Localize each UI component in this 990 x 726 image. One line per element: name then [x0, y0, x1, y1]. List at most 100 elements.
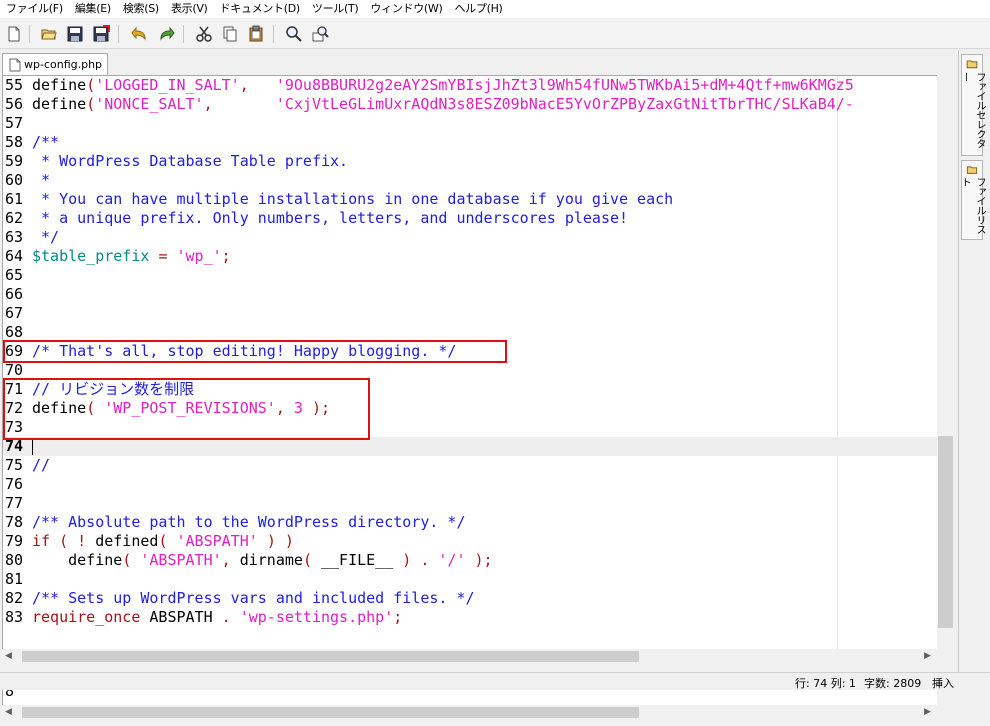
menu-item[interactable]: ヘルプ(H): [448, 0, 508, 18]
menu-item[interactable]: ドキュメント(D): [214, 0, 306, 18]
menu-item[interactable]: 編集(E): [69, 0, 117, 18]
line-code: * a unique prefix. Only numbers, letters…: [32, 209, 628, 228]
code-line[interactable]: 82 /** Sets up WordPress vars and include…: [3, 589, 937, 608]
code-line[interactable]: 75 //: [3, 456, 937, 475]
line-code: define('NONCE_SALT', 'CxjVtLeGLimUxrAQdN…: [32, 95, 854, 114]
line-code: * WordPress Database Table prefix.: [32, 152, 348, 171]
menu-item[interactable]: ウィンドウ(W): [364, 0, 448, 18]
line-number: 83: [5, 608, 24, 626]
scroll-right-icon[interactable]: ▶: [924, 651, 931, 661]
toolbar-separator: [29, 25, 30, 43]
code-line[interactable]: 77: [3, 494, 937, 513]
lower-pane: 8: [2, 690, 937, 705]
vertical-scrollbar[interactable]: [937, 75, 954, 649]
menu-item[interactable]: ファイル(F): [0, 0, 69, 18]
lower-horizontal-scrollbar[interactable]: ◀ ▶: [2, 705, 937, 720]
copy-icon[interactable]: [219, 23, 241, 45]
horizontal-scrollbar[interactable]: ◀ ▶: [2, 649, 937, 664]
toolbar-separator: [183, 25, 184, 43]
code-line[interactable]: 76: [3, 475, 937, 494]
menu-item[interactable]: ツール(T): [306, 0, 365, 18]
vertical-scroll-thumb[interactable]: [938, 436, 953, 628]
search-icon[interactable]: [283, 23, 305, 45]
char-count: 字数: 2809: [864, 677, 922, 690]
scroll-left-icon[interactable]: ◀: [5, 707, 12, 717]
side-panel: ファイルセレクター ファイルリスト: [958, 50, 986, 675]
code-editor[interactable]: 55 define('LOGGED_IN_SALT', '9Ou8BBURU2g2…: [2, 75, 937, 649]
code-line[interactable]: 60 *: [3, 171, 937, 190]
code-line[interactable]: 64 $table_prefix = 'wp_';: [3, 247, 937, 266]
code-token: * WordPress Database Table prefix.: [32, 152, 349, 170]
line-number: 66: [5, 285, 24, 303]
side-tab-file-selector[interactable]: ファイルセレクター: [959, 54, 985, 156]
redo-icon[interactable]: [155, 23, 177, 45]
side-tab-label: ファイルリスト: [959, 177, 985, 235]
scroll-right-icon[interactable]: ▶: [924, 707, 931, 717]
line-code: /** Sets up WordPress vars and included …: [32, 589, 475, 608]
side-tab-file-list[interactable]: ファイルリスト: [959, 160, 985, 240]
code-line[interactable]: 59 * WordPress Database Table prefix.: [3, 152, 937, 171]
code-token: 'ABSPATH': [140, 551, 222, 569]
cut-icon[interactable]: [193, 23, 215, 45]
code-line[interactable]: 67: [3, 304, 937, 323]
tab-label: wp-config.php: [24, 58, 103, 71]
code-token: define: [32, 76, 87, 94]
line-number: 57: [5, 114, 24, 132]
code-line[interactable]: 80 define( 'ABSPATH', dirname( __FILE__ …: [3, 551, 937, 570]
toolbar: [0, 19, 990, 49]
insert-mode[interactable]: 挿入: [932, 675, 954, 691]
menu-item[interactable]: 表示(V): [165, 0, 214, 18]
code-token: if: [32, 532, 51, 550]
code-line[interactable]: 81: [3, 570, 937, 589]
horizontal-scroll-thumb[interactable]: [22, 651, 639, 662]
code-token: 'NONCE_SALT': [95, 95, 204, 113]
code-line[interactable]: 58 /**: [3, 133, 937, 152]
line-code: *: [32, 171, 50, 190]
code-token: '/': [438, 551, 466, 569]
line-number: 58: [5, 133, 24, 151]
code-line[interactable]: 55 define('LOGGED_IN_SALT', '9Ou8BBURU2g2…: [3, 76, 937, 95]
toolbar-separator: [118, 25, 119, 43]
menu-item[interactable]: 検索(S): [117, 0, 165, 18]
code-token: !: [77, 532, 87, 550]
line-code: * You can have multiple installations in…: [32, 190, 673, 209]
line-code: /**: [32, 133, 59, 152]
paste-icon[interactable]: [245, 23, 267, 45]
line-code: define( 'ABSPATH', dirname( __FILE__ ) .…: [32, 551, 492, 570]
line-number: 64: [5, 247, 24, 265]
code-line[interactable]: 66: [3, 285, 937, 304]
tab-wp-config[interactable]: wp-config.php: [2, 53, 108, 75]
code-line[interactable]: 79 if ( ! defined( 'ABSPATH' ) ): [3, 532, 937, 551]
line-code: //: [32, 456, 50, 475]
code-token: ): [402, 551, 412, 569]
code-token: 'ABSPATH': [176, 532, 258, 550]
code-line[interactable]: 61 * You can have multiple installations…: [3, 190, 937, 209]
line-number: 76: [5, 475, 24, 493]
undo-icon[interactable]: [129, 23, 151, 45]
line-number: 59: [5, 152, 24, 170]
code-token: ): [284, 532, 294, 550]
save-icon[interactable]: [64, 23, 86, 45]
replace-icon[interactable]: [309, 23, 331, 45]
annotation-box: [3, 340, 507, 363]
code-line[interactable]: 83 require_once ABSPATH . 'wp-settings.ph…: [3, 608, 937, 627]
horizontal-scroll-thumb[interactable]: [22, 707, 639, 718]
code-line[interactable]: 56 define('NONCE_SALT', 'CxjVtLeGLimUxrAQ…: [3, 95, 937, 114]
new-file-icon[interactable]: [3, 23, 25, 45]
save-all-icon[interactable]: [90, 23, 112, 45]
code-line[interactable]: 78 /** Absolute path to the WordPress dir…: [3, 513, 937, 532]
code-token: ;: [221, 247, 231, 265]
code-token: $table_prefix: [32, 247, 150, 265]
code-line[interactable]: 57: [3, 114, 937, 133]
code-line[interactable]: 63 */: [3, 228, 937, 247]
code-token: defined: [86, 532, 159, 550]
line-number: 61: [5, 190, 24, 208]
code-token: * You can have multiple installations in…: [32, 190, 674, 208]
open-folder-icon[interactable]: [38, 23, 60, 45]
line-number: 81: [5, 570, 24, 588]
code-token: '9Ou8BBURU2g2eAY2SmYBIsjJhZt3l9Wh54fUNw5…: [275, 76, 854, 94]
code-line[interactable]: 62 * a unique prefix. Only numbers, lett…: [3, 209, 937, 228]
scroll-left-icon[interactable]: ◀: [5, 651, 12, 661]
code-line[interactable]: 65: [3, 266, 937, 285]
